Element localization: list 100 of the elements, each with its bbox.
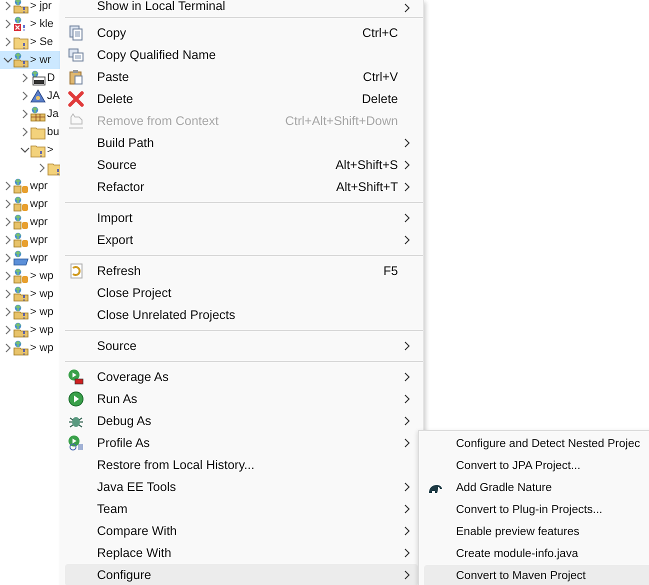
tree-item-label[interactable]: JA [47, 90, 60, 102]
shortcut-label: Ctrl+Alt+Shift+Down [285, 114, 398, 128]
project-icon [13, 286, 29, 302]
expand-icon[interactable] [3, 307, 13, 317]
tree-item-label[interactable]: wpr [30, 180, 48, 192]
menu-item[interactable]: Java EE Tools [65, 476, 418, 498]
expand-icon[interactable] [3, 19, 13, 29]
menu-item[interactable]: Show in Local Terminal [65, 0, 418, 13]
menu-item[interactable]: Team [65, 498, 418, 520]
menu-item[interactable]: Compare With [65, 520, 418, 542]
menu-item[interactable]: Add Gradle Nature [424, 477, 649, 499]
menu-item[interactable]: Close Project [65, 282, 418, 304]
paste-icon [68, 69, 84, 85]
project-icon [13, 304, 29, 320]
tree-item-label[interactable]: > wp [30, 288, 54, 300]
tree-item-label[interactable]: wpr [30, 252, 48, 264]
project-icon [13, 268, 29, 284]
project-icon [13, 0, 29, 14]
project-icon [13, 214, 29, 230]
tree-item-label[interactable]: > kle [30, 18, 54, 30]
expand-icon[interactable] [3, 325, 13, 335]
project-icon [13, 196, 29, 212]
tree-item-label[interactable]: > jpr [30, 0, 52, 12]
project-icon [13, 340, 29, 356]
menu-item[interactable]: Refresh F5 [65, 260, 418, 282]
shortcut-label: Ctrl+C [362, 26, 398, 40]
tree-item-label[interactable]: > wr [30, 54, 52, 66]
expand-icon[interactable] [20, 91, 30, 101]
menu-item[interactable]: Import [65, 207, 418, 229]
project-icon [13, 52, 29, 68]
menu-item[interactable]: Replace With [65, 542, 418, 564]
expand-icon[interactable] [3, 289, 13, 299]
menu-item[interactable]: Convert to Plug-in Projects... [424, 499, 649, 521]
menu-item[interactable]: Run As [65, 388, 418, 410]
refresh-icon [68, 263, 84, 279]
menu-item[interactable]: Copy Ctrl+C [65, 22, 418, 44]
run-icon [68, 391, 84, 407]
menu-item[interactable]: Profile As [65, 432, 418, 454]
shortcut-label: Delete [362, 92, 398, 106]
menu-item[interactable]: Export [65, 229, 418, 251]
tree-row-highlight[interactable]: > wr [0, 51, 62, 69]
menu-item[interactable]: Convert to JPA Project... [424, 455, 649, 477]
project-icon [13, 232, 29, 248]
menu-item[interactable]: Coverage As [65, 366, 418, 388]
menu-item[interactable]: Enable preview features [424, 521, 649, 543]
shortcut-label: Alt+Shift+S [335, 158, 398, 172]
expand-icon[interactable] [3, 199, 13, 209]
menu-item[interactable]: Create module-info.java [424, 543, 649, 565]
menu-item[interactable]: Copy Qualified Name [65, 44, 418, 66]
expand-icon[interactable] [3, 217, 13, 227]
tree-item-label[interactable]: > wp [30, 270, 54, 282]
tree-item-label[interactable]: > [47, 144, 54, 156]
copy-icon [68, 47, 84, 63]
tree-item-label[interactable]: > wp [30, 342, 54, 354]
menu-item[interactable]: Convert to Maven Project [424, 565, 649, 585]
menu-item[interactable]: Configure [65, 564, 418, 585]
package-icon [30, 106, 46, 122]
tree-item-label[interactable]: > wp [30, 306, 54, 318]
tree-item-label[interactable]: wpr [30, 234, 48, 246]
expand-icon[interactable] [3, 1, 13, 11]
triangle-icon [30, 88, 46, 104]
expand-icon[interactable] [20, 127, 30, 137]
tree-item-label[interactable]: > wp [30, 324, 54, 336]
menu-item[interactable]: Paste Ctrl+V [65, 66, 418, 88]
menu-item[interactable]: Source [65, 335, 418, 357]
shortcut-label: Alt+Shift+T [336, 180, 398, 194]
menu-item[interactable]: Delete Delete [65, 88, 418, 110]
tree-item-label[interactable]: wpr [30, 198, 48, 210]
menu-item[interactable]: Debug As [65, 410, 418, 432]
expand-icon[interactable] [3, 343, 13, 353]
expand-icon[interactable] [3, 181, 13, 191]
tree-item-label[interactable]: > Se [30, 36, 53, 48]
delete-icon [68, 91, 84, 107]
tree-item-label[interactable]: wpr [30, 216, 48, 228]
project-icon [13, 250, 29, 266]
shortcut-label: F5 [383, 264, 398, 278]
menu-item[interactable]: Source Alt+Shift+S [65, 154, 418, 176]
collapse-icon[interactable] [3, 55, 13, 65]
expand-icon[interactable] [3, 235, 13, 245]
menu-item[interactable]: Configure and Detect Nested Projec [424, 433, 649, 455]
shortcut-label: Ctrl+V [362, 70, 398, 84]
tree-item-label[interactable]: D [47, 72, 55, 84]
tree-item-label[interactable]: Ja [47, 108, 59, 120]
menu-item[interactable]: Build Path [65, 132, 418, 154]
expand-icon[interactable] [20, 109, 30, 119]
tree-item-label[interactable]: bu [47, 126, 60, 138]
collapse-icon[interactable] [20, 145, 30, 155]
descriptor-icon [30, 70, 46, 86]
menu-item[interactable]: Refactor Alt+Shift+T [65, 176, 418, 198]
copy-icon [68, 25, 84, 41]
menu-item[interactable]: Restore from Local History... [65, 454, 418, 476]
project-icon [13, 178, 29, 194]
expand-icon[interactable] [3, 37, 13, 47]
menu-item[interactable]: Close Unrelated Projects [65, 304, 418, 326]
expand-icon[interactable] [3, 271, 13, 281]
coverage-icon [68, 369, 84, 385]
expand-icon[interactable] [3, 253, 13, 263]
expand-icon[interactable] [20, 73, 30, 83]
project-icon [13, 322, 29, 338]
expand-icon[interactable] [37, 163, 47, 173]
